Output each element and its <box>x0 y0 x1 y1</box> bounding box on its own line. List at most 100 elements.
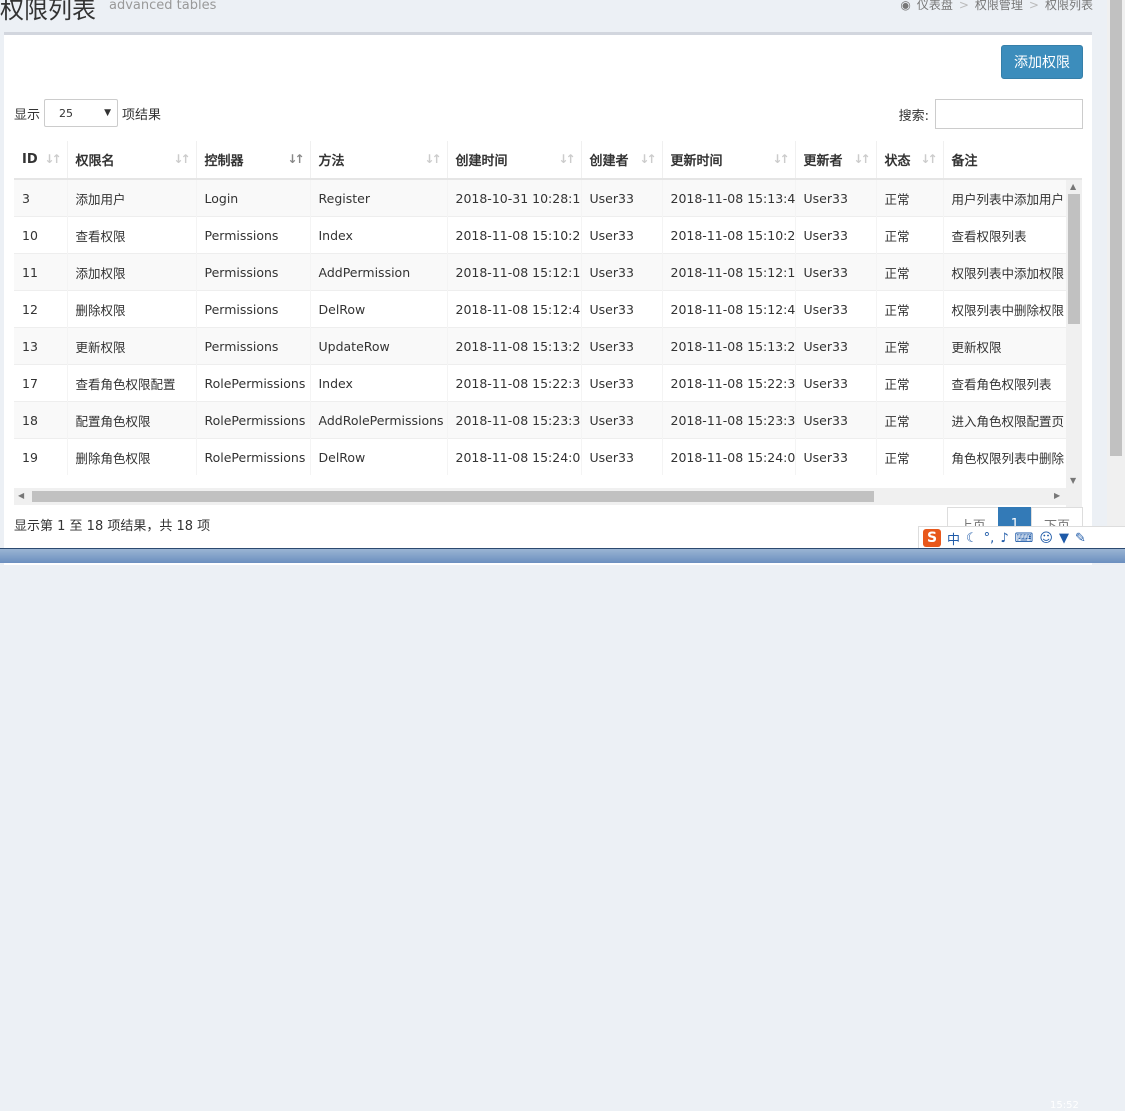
table-row[interactable]: 3 添加用户 Login Register 2018-10-31 10:28:15 Use… <box>14 178 1082 217</box>
column-header[interactable]: 状态 ↓↑ <box>876 141 944 180</box>
breadcrumb: ◉ 仪表盘 > 权限管理 > 权限列表 <box>900 0 1093 13</box>
horizontal-scroll-thumb[interactable] <box>32 491 874 502</box>
sort-icon[interactable]: ↓↑ <box>920 152 937 166</box>
sort-descending-icon[interactable]: ↓↑ <box>287 152 304 166</box>
table-cell: 10 <box>14 216 68 254</box>
page-scrollbar-thumb[interactable] <box>1110 0 1122 456</box>
table-box: 添加权限 显示 25 ▼ 项结果 搜索: ID ↓↑ 权限名 ↓↑ 控制器 ↓↑ 方法 ↓↑ 创… <box>4 32 1092 565</box>
table-cell: 2018-11-08 15:22:35 <box>447 364 582 402</box>
scroll-down-icon[interactable]: ▼ <box>1070 476 1076 485</box>
taskbar: 15:52 <box>0 548 1125 1111</box>
keyboard-icon[interactable]: ⌨ <box>1015 531 1034 546</box>
table-row[interactable]: 18 配置角色权限 RolePermissions AddRolePermission… <box>14 401 1082 439</box>
table-cell: UpdateRow <box>310 327 448 365</box>
column-header[interactable]: 方法 ↓↑ <box>310 141 448 180</box>
microphone-icon[interactable]: ♪ <box>1000 531 1008 546</box>
table-cell: User33 <box>795 401 877 439</box>
table-cell: Login <box>196 178 311 217</box>
wrench-icon[interactable]: ✎ <box>1075 531 1086 546</box>
table-cell: 2018-10-31 10:28:15 <box>447 178 582 217</box>
sogou-logo-icon[interactable]: S <box>923 529 941 547</box>
column-header[interactable]: 创建时间 ↓↑ <box>447 141 582 180</box>
column-header[interactable]: 更新者 ↓↑ <box>795 141 877 180</box>
table-cell: 查看角色权限配置 <box>67 364 197 402</box>
scroll-up-icon[interactable]: ▲ <box>1070 182 1076 191</box>
table-horizontal-scrollbar[interactable]: ◀ ▶ <box>14 488 1082 505</box>
user-icon[interactable]: ☺ <box>1039 531 1053 546</box>
table-cell: User33 <box>581 253 663 291</box>
sort-icon[interactable]: ↓↑ <box>558 152 575 166</box>
table-cell: 更新权限 <box>67 327 197 365</box>
table-cell: 3 <box>14 178 68 217</box>
table-cell: 权限列表中添加权限 <box>943 253 1082 291</box>
table-info: 显示第 1 至 18 项结果，共 18 项 <box>14 519 211 534</box>
table-row[interactable]: 10 查看权限 Permissions Index 2018-11-08 15:10:2… <box>14 216 1082 254</box>
sort-icon[interactable]: ↓↑ <box>424 152 441 166</box>
add-permission-button[interactable]: 添加权限 <box>1001 45 1083 79</box>
table-cell: 进入角色权限配置页 <box>943 401 1082 439</box>
table-cell: Register <box>310 178 448 217</box>
table-cell: User33 <box>795 253 877 291</box>
column-header[interactable]: ID ↓↑ <box>14 141 68 180</box>
ime-language[interactable]: 中 <box>947 529 960 548</box>
sort-icon[interactable]: ↓↑ <box>44 152 61 166</box>
breadcrumb-dashboard[interactable]: 仪表盘 <box>917 0 953 13</box>
table-cell: User33 <box>581 327 663 365</box>
table-cell: User33 <box>581 438 663 475</box>
moon-icon[interactable]: ☾ <box>966 531 978 546</box>
column-header-label: 创建者 <box>589 154 629 169</box>
table-row[interactable]: 17 查看角色权限配置 RolePermissions Index 2018-11-08… <box>14 364 1082 402</box>
sort-icon[interactable]: ↓↑ <box>772 152 789 166</box>
table-cell: Permissions <box>196 290 311 328</box>
table-cell: 2018-11-08 15:12:45 <box>662 290 796 328</box>
sort-icon[interactable]: ↓↑ <box>639 152 656 166</box>
table-cell: 删除角色权限 <box>67 438 197 475</box>
table-cell: 权限列表中删除权限 <box>943 290 1082 328</box>
shirt-icon[interactable]: ▼ <box>1059 531 1069 546</box>
table-cell: User33 <box>795 216 877 254</box>
punctuation-icon[interactable]: °, <box>984 531 995 546</box>
page-length-value: 25 <box>59 106 74 120</box>
table-row[interactable]: 13 更新权限 Permissions UpdateRow 2018-11-08 15:… <box>14 327 1082 365</box>
table-cell: User33 <box>581 178 663 217</box>
column-header[interactable]: 权限名 ↓↑ <box>67 141 197 180</box>
table-row[interactable]: 11 添加权限 Permissions AddPermission 2018-11-08… <box>14 253 1082 291</box>
scroll-left-icon[interactable]: ◀ <box>18 491 24 500</box>
table-cell: User33 <box>795 178 877 217</box>
table-cell: 正常 <box>876 290 944 328</box>
search-label: 搜索: <box>898 108 929 124</box>
sort-icon[interactable]: ↓↑ <box>853 152 870 166</box>
table-cell: 2018-11-08 15:23:39 <box>662 401 796 439</box>
table-cell: 正常 <box>876 216 944 254</box>
table-cell: 2018-11-08 15:13:21 <box>662 327 796 365</box>
table-cell: 2018-11-08 15:12:18 <box>662 253 796 291</box>
scroll-right-icon[interactable]: ▶ <box>1054 491 1060 500</box>
table-cell: Index <box>310 216 448 254</box>
column-header[interactable]: 备注 <box>943 141 1082 180</box>
column-header-label: 权限名 <box>75 154 115 169</box>
page-length-select[interactable]: 25 ▼ <box>44 99 119 127</box>
table-body: 3 添加用户 Login Register 2018-10-31 10:28:15 Use… <box>14 178 1082 475</box>
table-cell: Permissions <box>196 216 311 254</box>
vertical-scroll-thumb[interactable] <box>1068 194 1080 324</box>
search-input[interactable] <box>935 99 1083 129</box>
table-row[interactable]: 19 删除角色权限 RolePermissions DelRow 2018-11-08 … <box>14 438 1082 475</box>
page-length-control: 显示 25 ▼ 项结果 <box>14 99 161 127</box>
table-cell: 查看权限 <box>67 216 197 254</box>
table-vertical-scrollbar[interactable]: ▲ ▼ <box>1066 180 1082 522</box>
table-scroll-area: ID ↓↑ 权限名 ↓↑ 控制器 ↓↑ 方法 ↓↑ 创建时间 ↓↑ 创建者 ↓↑ 更新时间 ↓↑ 更新者 ↓↑… <box>14 141 1082 505</box>
table-cell: 18 <box>14 401 68 439</box>
column-header-label: 备注 <box>951 154 978 169</box>
sort-icon[interactable]: ↓↑ <box>173 152 190 166</box>
table-header-row: ID ↓↑ 权限名 ↓↑ 控制器 ↓↑ 方法 ↓↑ 创建时间 ↓↑ 创建者 ↓↑ 更新时间 ↓↑ 更新者 ↓↑… <box>14 141 1082 180</box>
page-scrollbar[interactable] <box>1107 0 1125 555</box>
breadcrumb-permission-management[interactable]: 权限管理 <box>975 0 1023 13</box>
content-header: 权限列表 advanced tables ◉ 仪表盘 > 权限管理 > 权限列表 <box>0 0 1125 30</box>
table-row[interactable]: 12 删除权限 Permissions DelRow 2018-11-08 15:12:… <box>14 290 1082 328</box>
ime-toolbar: S 中 ☾ °, ♪ ⌨ ☺ ▼ ✎ <box>918 526 1125 550</box>
table-cell: 2018-11-08 15:10:23 <box>447 216 582 254</box>
column-header[interactable]: 创建者 ↓↑ <box>581 141 663 180</box>
table-cell: User33 <box>581 216 663 254</box>
column-header[interactable]: 更新时间 ↓↑ <box>662 141 796 180</box>
column-header[interactable]: 控制器 ↓↑ <box>196 141 311 180</box>
